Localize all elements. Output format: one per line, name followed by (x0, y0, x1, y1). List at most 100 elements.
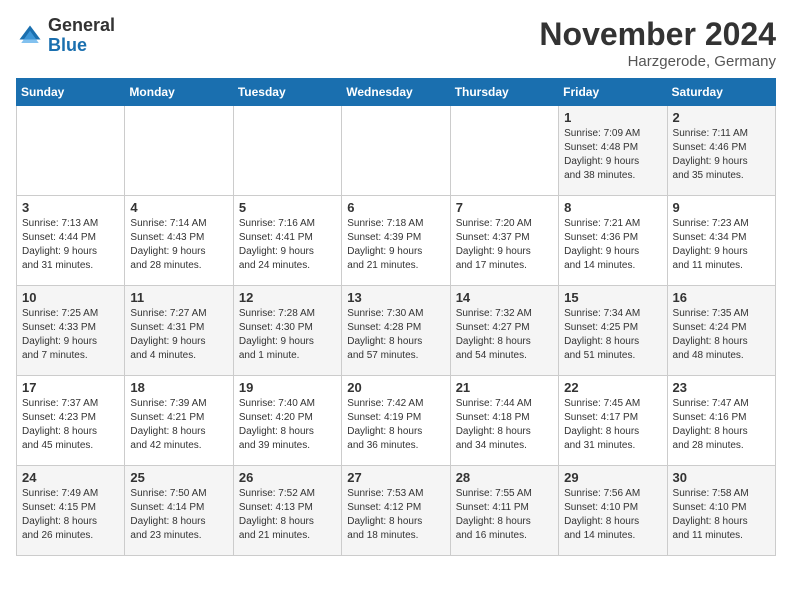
day-info: Sunrise: 7:13 AM Sunset: 4:44 PM Dayligh… (22, 217, 119, 273)
calendar-cell: 14Sunrise: 7:32 AM Sunset: 4:27 PM Dayli… (450, 286, 558, 376)
logo-general-text: General (48, 15, 115, 35)
day-number: 30 (673, 470, 770, 485)
day-number: 1 (564, 110, 661, 125)
calendar-cell: 15Sunrise: 7:34 AM Sunset: 4:25 PM Dayli… (559, 286, 667, 376)
day-number: 7 (456, 200, 553, 215)
calendar-cell: 19 Sunrise: 7:40 AM Sunset: 4:20 PM Dayli… (233, 376, 341, 466)
day-info: Sunrise: 7:44 AM Sunset: 4:18 PM Dayligh… (456, 397, 553, 453)
day-info: Sunrise: 7:30 AM Sunset: 4:28 PM Dayligh… (347, 307, 444, 363)
day-info: Sunrise: 7:37 AM Sunset: 4:23 PM Dayligh… (22, 397, 119, 453)
day-info: Sunrise: 7:23 AM Sunset: 4:34 PM Dayligh… (673, 217, 770, 273)
calendar-week-row: 3 Sunrise: 7:13 AM Sunset: 4:44 PM Daylig… (17, 196, 776, 286)
calendar-cell: 16 Sunrise: 7:35 AM Sunset: 4:24 PM Dayli… (667, 286, 775, 376)
day-number: 6 (347, 200, 444, 215)
calendar-cell (125, 106, 233, 196)
weekday-header-sunday: Sunday (17, 79, 125, 106)
calendar-cell (17, 106, 125, 196)
day-number: 4 (130, 200, 227, 215)
day-number: 24 (22, 470, 119, 485)
day-number: 13 (347, 290, 444, 305)
day-number: 10 (22, 290, 119, 305)
day-number: 11 (130, 290, 227, 305)
calendar-cell: 6 Sunrise: 7:18 AM Sunset: 4:39 PM Daylig… (342, 196, 450, 286)
calendar-cell: 2Sunrise: 7:11 AM Sunset: 4:46 PM Daylig… (667, 106, 775, 196)
calendar-cell: 28 Sunrise: 7:55 AM Sunset: 4:11 PM Dayli… (450, 466, 558, 556)
location-subtitle: Harzgerode, Germany (539, 53, 776, 70)
calendar-cell: 21 Sunrise: 7:44 AM Sunset: 4:18 PM Dayli… (450, 376, 558, 466)
logo-icon (16, 22, 44, 50)
weekday-header-monday: Monday (125, 79, 233, 106)
day-info: Sunrise: 7:09 AM Sunset: 4:48 PM Dayligh… (564, 127, 661, 183)
day-info: Sunrise: 7:50 AM Sunset: 4:14 PM Dayligh… (130, 487, 227, 543)
day-number: 12 (239, 290, 336, 305)
calendar-cell: 8 Sunrise: 7:21 AM Sunset: 4:36 PM Daylig… (559, 196, 667, 286)
day-info: Sunrise: 7:39 AM Sunset: 4:21 PM Dayligh… (130, 397, 227, 453)
day-info: Sunrise: 7:32 AM Sunset: 4:27 PM Dayligh… (456, 307, 553, 363)
calendar-cell: 9 Sunrise: 7:23 AM Sunset: 4:34 PM Daylig… (667, 196, 775, 286)
calendar-cell: 25 Sunrise: 7:50 AM Sunset: 4:14 PM Dayli… (125, 466, 233, 556)
calendar-cell: 11 Sunrise: 7:27 AM Sunset: 4:31 PM Dayli… (125, 286, 233, 376)
weekday-header-wednesday: Wednesday (342, 79, 450, 106)
weekday-header-friday: Friday (559, 79, 667, 106)
day-info: Sunrise: 7:35 AM Sunset: 4:24 PM Dayligh… (673, 307, 770, 363)
day-number: 9 (673, 200, 770, 215)
calendar-cell (450, 106, 558, 196)
day-info: Sunrise: 7:14 AM Sunset: 4:43 PM Dayligh… (130, 217, 227, 273)
weekday-header-row: SundayMondayTuesdayWednesdayThursdayFrid… (17, 79, 776, 106)
day-number: 26 (239, 470, 336, 485)
day-info: Sunrise: 7:18 AM Sunset: 4:39 PM Dayligh… (347, 217, 444, 273)
day-number: 3 (22, 200, 119, 215)
day-number: 16 (673, 290, 770, 305)
calendar-cell: 1 Sunrise: 7:09 AM Sunset: 4:48 PM Daylig… (559, 106, 667, 196)
day-number: 22 (564, 380, 661, 395)
calendar-cell: 17 Sunrise: 7:37 AM Sunset: 4:23 PM Dayli… (17, 376, 125, 466)
title-block: November 2024 Harzgerode, Germany (539, 16, 776, 70)
day-number: 8 (564, 200, 661, 215)
day-info: Sunrise: 7:45 AM Sunset: 4:17 PM Dayligh… (564, 397, 661, 453)
weekday-header-thursday: Thursday (450, 79, 558, 106)
calendar-cell: 26 Sunrise: 7:52 AM Sunset: 4:13 PM Dayli… (233, 466, 341, 556)
day-number: 19 (239, 380, 336, 395)
day-info: Sunrise: 7:55 AM Sunset: 4:11 PM Dayligh… (456, 487, 553, 543)
day-number: 28 (456, 470, 553, 485)
calendar-week-row: 24 Sunrise: 7:49 AM Sunset: 4:15 PM Dayli… (17, 466, 776, 556)
day-info: Sunrise: 7:20 AM Sunset: 4:37 PM Dayligh… (456, 217, 553, 273)
day-number: 23 (673, 380, 770, 395)
calendar-cell: 18 Sunrise: 7:39 AM Sunset: 4:21 PM Dayli… (125, 376, 233, 466)
day-number: 18 (130, 380, 227, 395)
calendar-cell: 13 Sunrise: 7:30 AM Sunset: 4:28 PM Dayli… (342, 286, 450, 376)
calendar-cell: 30Sunrise: 7:58 AM Sunset: 4:10 PM Dayli… (667, 466, 775, 556)
day-info: Sunrise: 7:11 AM Sunset: 4:46 PM Dayligh… (673, 127, 770, 183)
day-info: Sunrise: 7:53 AM Sunset: 4:12 PM Dayligh… (347, 487, 444, 543)
calendar-cell: 29Sunrise: 7:56 AM Sunset: 4:10 PM Dayli… (559, 466, 667, 556)
day-info: Sunrise: 7:16 AM Sunset: 4:41 PM Dayligh… (239, 217, 336, 273)
month-year-title: November 2024 (539, 16, 776, 53)
calendar-cell (233, 106, 341, 196)
calendar-cell: 7 Sunrise: 7:20 AM Sunset: 4:37 PM Daylig… (450, 196, 558, 286)
calendar-cell: 24 Sunrise: 7:49 AM Sunset: 4:15 PM Dayli… (17, 466, 125, 556)
calendar-cell: 12 Sunrise: 7:28 AM Sunset: 4:30 PM Dayli… (233, 286, 341, 376)
day-number: 21 (456, 380, 553, 395)
day-info: Sunrise: 7:42 AM Sunset: 4:19 PM Dayligh… (347, 397, 444, 453)
weekday-header-tuesday: Tuesday (233, 79, 341, 106)
day-number: 5 (239, 200, 336, 215)
calendar-cell: 27Sunrise: 7:53 AM Sunset: 4:12 PM Dayli… (342, 466, 450, 556)
page-header: General Blue November 2024 Harzgerode, G… (16, 16, 776, 70)
calendar-week-row: 17 Sunrise: 7:37 AM Sunset: 4:23 PM Dayli… (17, 376, 776, 466)
day-info: Sunrise: 7:52 AM Sunset: 4:13 PM Dayligh… (239, 487, 336, 543)
day-info: Sunrise: 7:47 AM Sunset: 4:16 PM Dayligh… (673, 397, 770, 453)
day-number: 17 (22, 380, 119, 395)
day-info: Sunrise: 7:21 AM Sunset: 4:36 PM Dayligh… (564, 217, 661, 273)
calendar-cell: 5 Sunrise: 7:16 AM Sunset: 4:41 PM Daylig… (233, 196, 341, 286)
calendar-cell: 22 Sunrise: 7:45 AM Sunset: 4:17 PM Dayli… (559, 376, 667, 466)
calendar-cell: 3 Sunrise: 7:13 AM Sunset: 4:44 PM Daylig… (17, 196, 125, 286)
day-info: Sunrise: 7:27 AM Sunset: 4:31 PM Dayligh… (130, 307, 227, 363)
day-info: Sunrise: 7:40 AM Sunset: 4:20 PM Dayligh… (239, 397, 336, 453)
calendar-cell: 20Sunrise: 7:42 AM Sunset: 4:19 PM Dayli… (342, 376, 450, 466)
day-info: Sunrise: 7:49 AM Sunset: 4:15 PM Dayligh… (22, 487, 119, 543)
day-info: Sunrise: 7:28 AM Sunset: 4:30 PM Dayligh… (239, 307, 336, 363)
calendar-cell (342, 106, 450, 196)
day-number: 29 (564, 470, 661, 485)
day-number: 25 (130, 470, 227, 485)
calendar-cell: 23 Sunrise: 7:47 AM Sunset: 4:16 PM Dayli… (667, 376, 775, 466)
